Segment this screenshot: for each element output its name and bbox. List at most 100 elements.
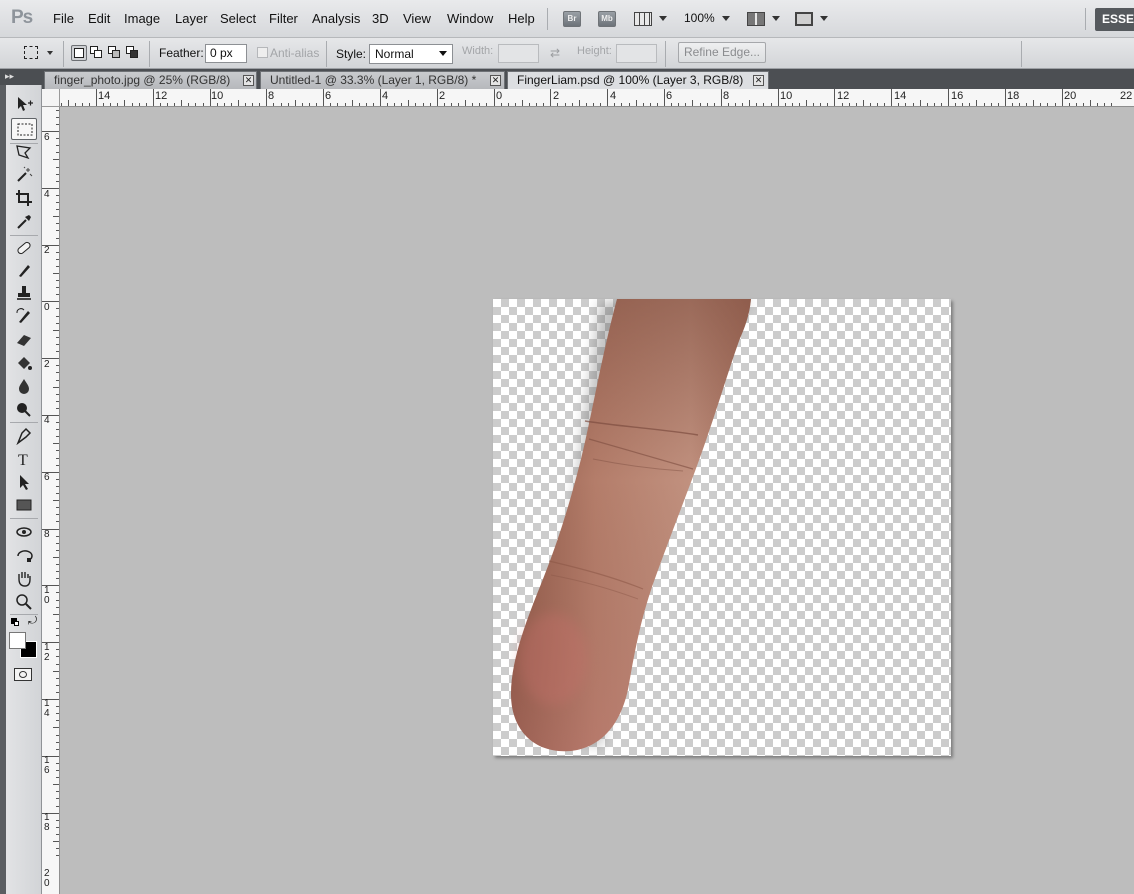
ruler-origin[interactable] [42, 89, 60, 107]
history-brush-icon [16, 308, 30, 323]
dodge-tool[interactable] [11, 398, 37, 420]
menu-layer[interactable]: Layer [175, 11, 208, 26]
menu-image[interactable]: Image [124, 11, 160, 26]
width-input[interactable] [498, 44, 539, 63]
ruler-label: 18 [1007, 90, 1020, 102]
screen-mode-button[interactable] [795, 11, 831, 28]
brush-icon [19, 265, 30, 277]
height-label: Height: [577, 45, 612, 57]
menu-analysis[interactable]: Analysis [312, 11, 360, 26]
ruler-label: 0 [44, 302, 50, 313]
ruler-label: 14 [98, 90, 111, 102]
pen-tool[interactable] [11, 425, 37, 447]
menu-view[interactable]: View [403, 11, 431, 26]
menu-window[interactable]: Window [447, 11, 493, 26]
horizontal-ruler[interactable]: 14 12 10 8 6 4 2 0 2 4 6 8 10 12 14 16 1… [60, 89, 1134, 107]
tab-fingerliam[interactable]: FingerLiam.psd @ 100% (Layer 3, RGB/8) ✕ [507, 71, 769, 90]
document-canvas[interactable] [493, 299, 951, 756]
add-to-selection-button[interactable] [89, 45, 105, 61]
blur-tool[interactable] [11, 375, 37, 397]
swap-width-height-icon[interactable]: ⇄ [550, 46, 560, 60]
move-tool[interactable] [11, 93, 37, 115]
type-tool[interactable]: T [11, 448, 37, 470]
close-icon[interactable]: ✕ [753, 75, 764, 86]
clone-stamp-tool[interactable] [11, 282, 37, 304]
close-icon[interactable]: ✕ [490, 75, 501, 86]
rectangle-tool[interactable] [11, 494, 37, 516]
vertical-ruler[interactable]: 6 4 2 0 2 4 6 8 10 12 14 16 18 20 [42, 107, 60, 894]
zoom-tool[interactable] [11, 590, 37, 612]
ruler-label: 16 [44, 755, 50, 776]
height-input[interactable] [616, 44, 657, 63]
ruler-label: 20 [1064, 90, 1077, 102]
brush-tool[interactable] [11, 259, 37, 281]
close-icon[interactable]: ✕ [243, 75, 254, 86]
3d-rotate-icon [16, 527, 32, 537]
eyedropper-tool[interactable] [11, 210, 37, 232]
quick-mask-button[interactable] [14, 668, 32, 681]
3d-orbit-tool[interactable] [11, 544, 37, 566]
foreground-color-swatch[interactable] [9, 632, 26, 649]
menu-filter[interactable]: Filter [269, 11, 298, 26]
ruler-label: 22 [1120, 90, 1133, 102]
ruler-label: 16 [951, 90, 964, 102]
workspace-switcher[interactable]: ESSENTIALS [1095, 8, 1134, 31]
ruler-label: 14 [894, 90, 907, 102]
menu-edit[interactable]: Edit [88, 11, 110, 26]
ruler-label: 6 [44, 132, 50, 143]
selection-mode-group [67, 43, 142, 64]
swap-colors-icon[interactable]: ⤾ [28, 615, 37, 628]
ruler-label: 14 [44, 698, 50, 719]
menu-bar: Ps File Edit Image Layer Select Filter A… [0, 0, 1134, 38]
zoom-level-dropdown[interactable]: 100% [684, 11, 734, 28]
paint-bucket-tool[interactable] [11, 352, 37, 374]
anti-alias-label: Anti-alias [270, 46, 320, 60]
refine-edge-button[interactable]: Refine Edge... [678, 42, 766, 63]
subtract-selection-icon-back [112, 50, 120, 58]
hand-tool[interactable] [11, 567, 37, 589]
chevron-down-icon [722, 16, 730, 21]
spot-healing-brush-tool[interactable] [11, 237, 37, 259]
ruler-label: 0 [496, 90, 503, 102]
tab-label: FingerLiam.psd @ 100% (Layer 3, RGB/8) [517, 73, 744, 87]
magic-wand-tool[interactable] [11, 164, 37, 186]
menu-file[interactable]: File [53, 11, 74, 26]
tab-finger-photo[interactable]: finger_photo.jpg @ 25% (RGB/8) ✕ [44, 71, 257, 89]
dodge-icon [17, 403, 31, 417]
new-selection-button[interactable] [71, 45, 87, 61]
tab-untitled-1[interactable]: Untitled-1 @ 33.3% (Layer 1, RGB/8) * ✕ [260, 71, 505, 89]
style-dropdown[interactable]: Normal [369, 44, 453, 64]
menu-3d[interactable]: 3D [372, 11, 389, 26]
bridge-button[interactable]: Br [563, 11, 581, 27]
history-brush-tool[interactable] [11, 305, 37, 327]
crop-tool[interactable] [11, 187, 37, 209]
ruler-label: 6 [666, 90, 673, 102]
mini-bridge-button[interactable]: Mb [598, 11, 616, 27]
subtract-from-selection-button[interactable] [107, 45, 123, 61]
water-drop-icon [19, 379, 29, 394]
feather-input[interactable]: 0 px [205, 44, 247, 63]
eyedropper-icon [17, 215, 31, 229]
tab-label: finger_photo.jpg @ 25% (RGB/8) [54, 73, 231, 87]
tool-preset-picker[interactable] [22, 44, 58, 63]
path-selection-tool[interactable] [11, 471, 37, 493]
arrange-documents-button[interactable] [747, 11, 783, 28]
3d-rotate-tool[interactable] [11, 521, 37, 543]
path-selection-icon [20, 475, 29, 490]
menu-help[interactable]: Help [508, 11, 535, 26]
ruler-label: 4 [382, 90, 389, 102]
marquee-preset-icon [24, 46, 38, 59]
tools-panel: T ⤾ [6, 85, 42, 894]
anti-alias-checkbox[interactable] [257, 47, 268, 58]
default-colors-icon[interactable] [11, 618, 19, 626]
intersect-selection-button[interactable] [125, 45, 141, 61]
default-colors-white [14, 621, 19, 626]
rectangular-marquee-tool[interactable] [11, 118, 37, 140]
menu-select[interactable]: Select [220, 11, 256, 26]
eraser-tool[interactable] [11, 328, 37, 350]
extras-button[interactable] [634, 11, 670, 28]
polygonal-lasso-tool[interactable] [11, 141, 37, 163]
options-separator [63, 41, 64, 67]
options-separator [149, 41, 150, 67]
collapse-tools-button[interactable]: ▸▸ [0, 69, 42, 85]
